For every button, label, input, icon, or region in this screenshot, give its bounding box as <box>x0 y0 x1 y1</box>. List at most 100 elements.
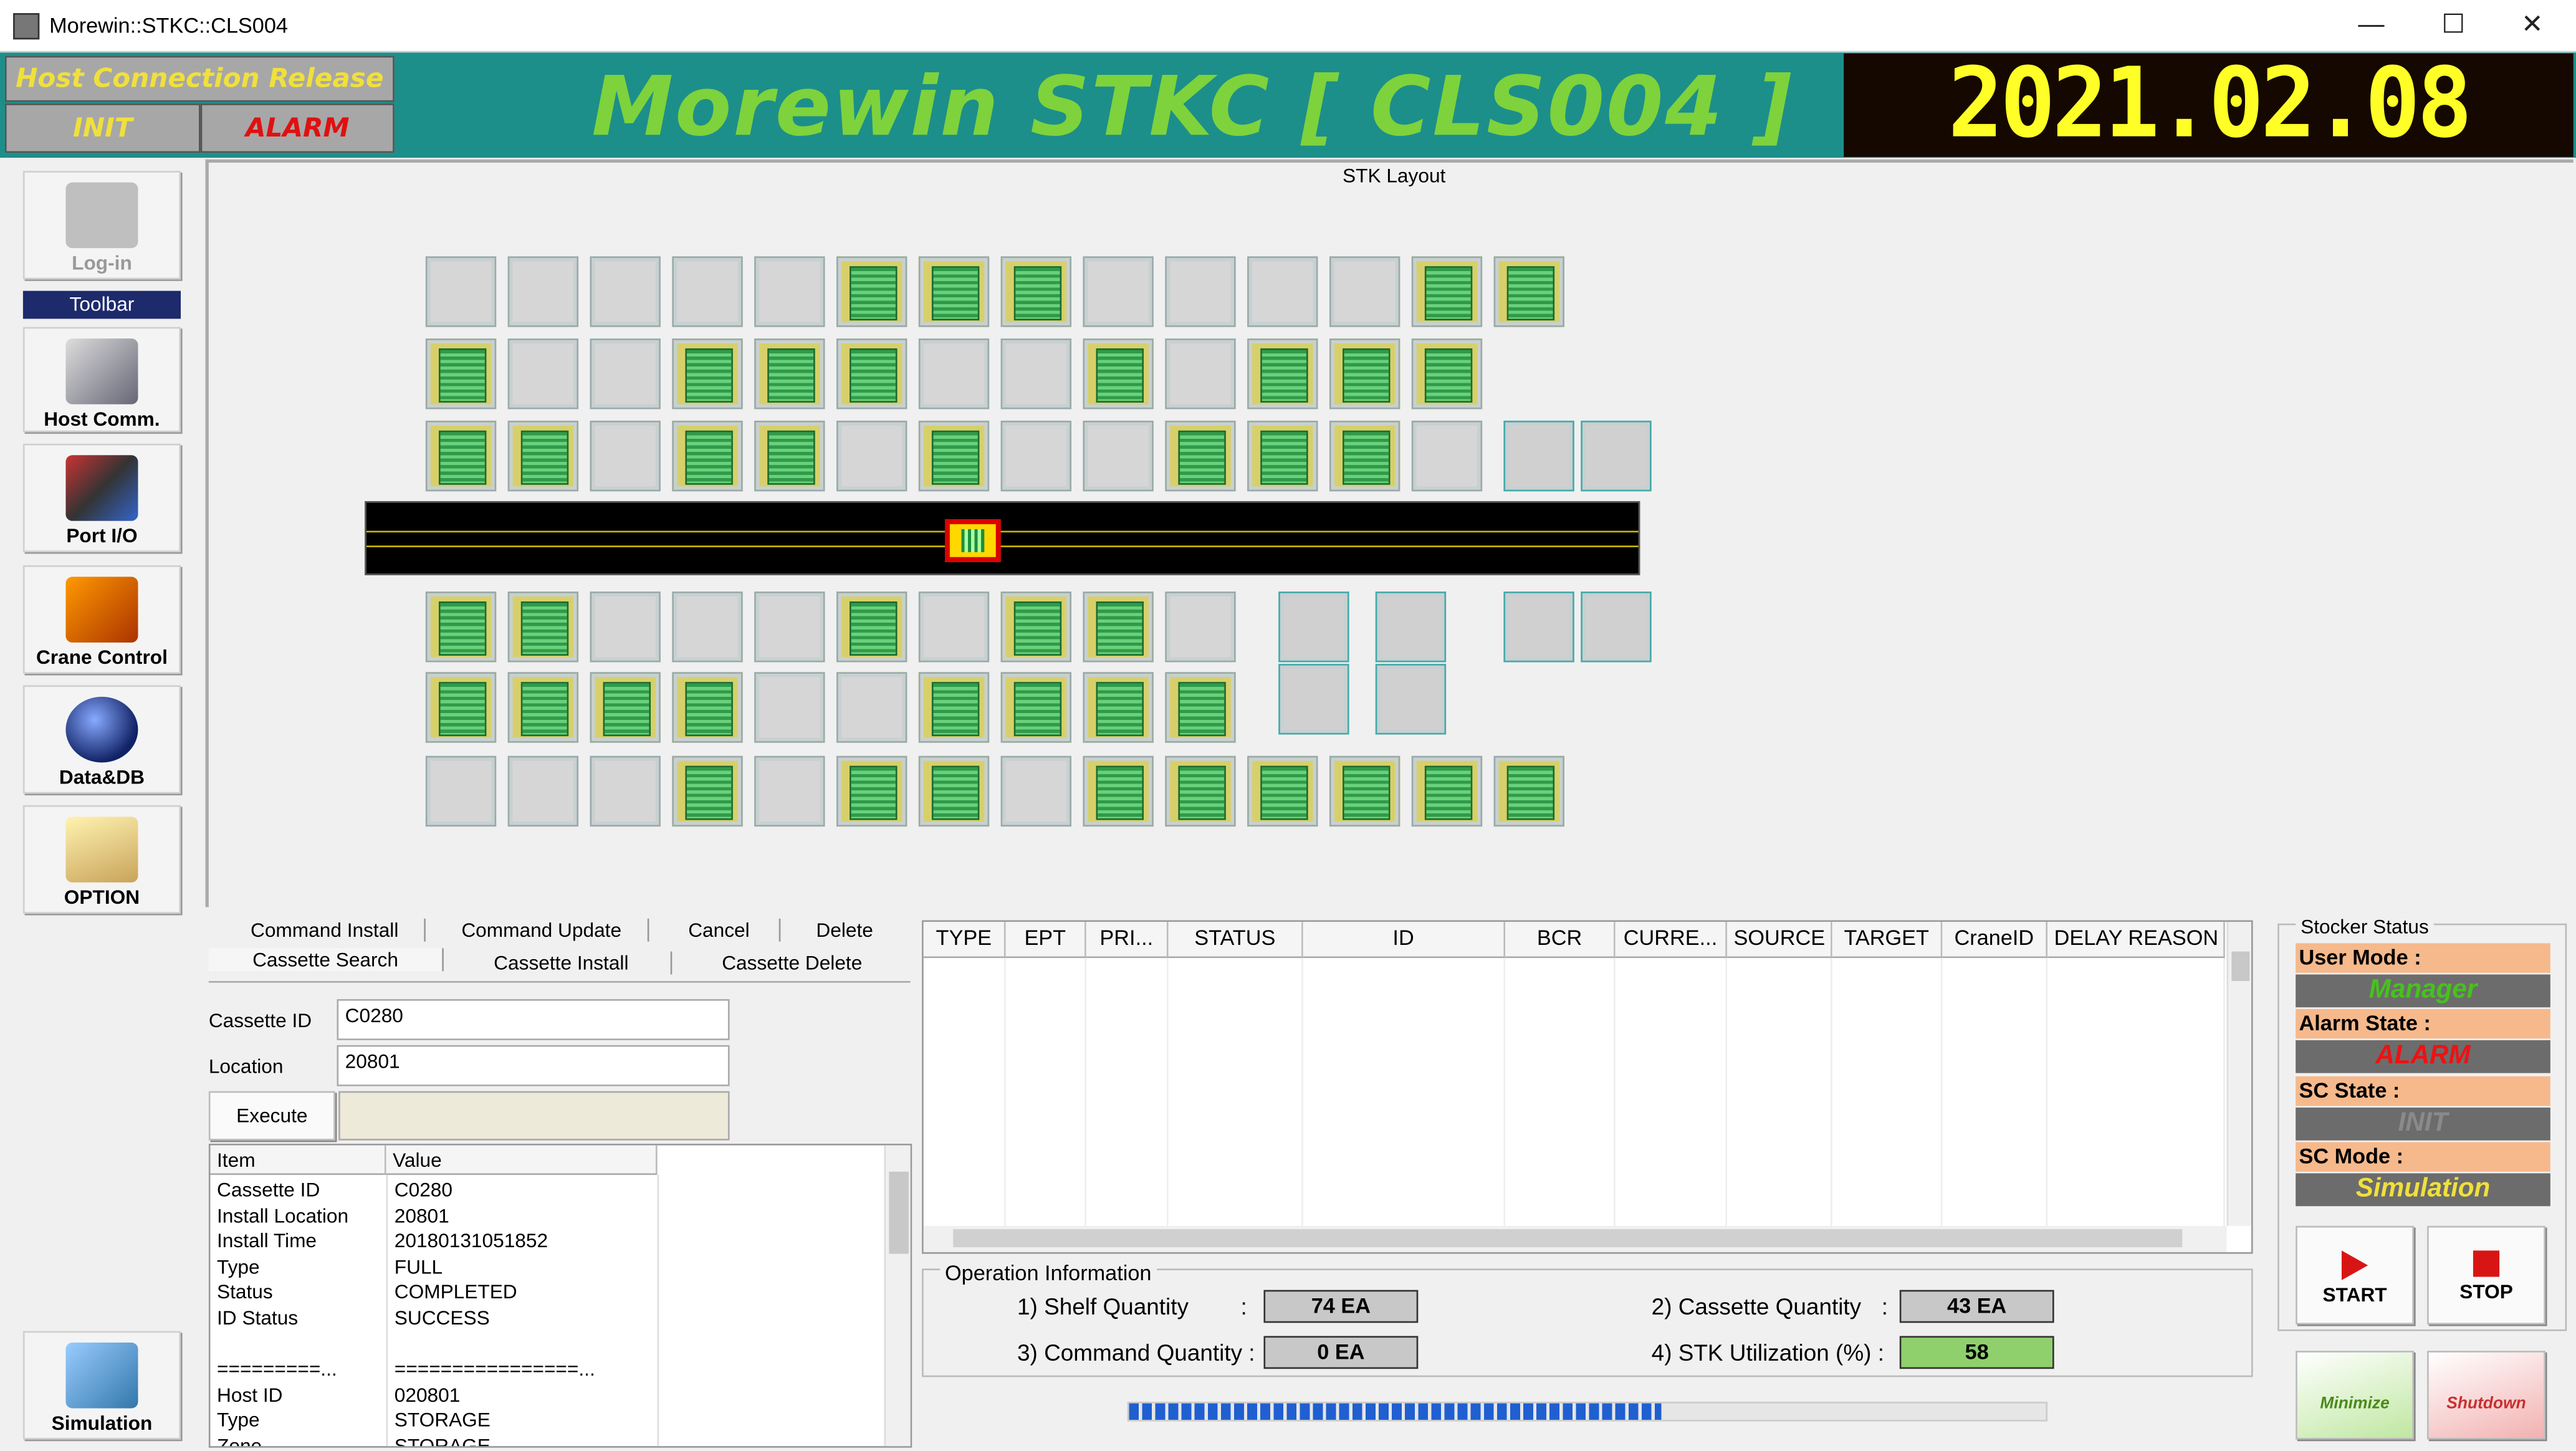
shelf-cell[interactable] <box>1083 672 1154 743</box>
command-column-header[interactable]: CraneID <box>1942 922 2048 959</box>
shelf-cell[interactable] <box>754 338 825 409</box>
detail-row[interactable]: =========... ================... <box>217 1358 595 1381</box>
start-button[interactable]: START <box>2296 1225 2415 1325</box>
shelf-cell[interactable] <box>1083 420 1154 492</box>
command-column-header[interactable]: SOURCE <box>1726 922 1832 959</box>
detail-row[interactable]: Zone STORAGE <box>217 1435 491 1446</box>
detail-row[interactable]: Type FULL <box>217 1255 443 1278</box>
shelf-cell[interactable] <box>754 591 825 663</box>
shelf-cell[interactable] <box>1329 420 1401 492</box>
cassette-id-input[interactable]: C0280 <box>337 998 730 1040</box>
shelf-cell[interactable] <box>1165 420 1236 492</box>
shelf-cell[interactable] <box>1329 256 1401 327</box>
detail-row[interactable]: Type STORAGE <box>217 1409 491 1432</box>
shelf-cell[interactable] <box>1165 755 1236 827</box>
detail-row[interactable]: Install Location 20801 <box>217 1204 449 1227</box>
shelf-cell[interactable] <box>590 755 661 827</box>
port-cell[interactable] <box>1581 420 1652 492</box>
port-cell[interactable] <box>1581 591 1652 663</box>
shelf-cell[interactable] <box>836 256 907 327</box>
shelf-cell[interactable] <box>1083 338 1154 409</box>
port-cell[interactable] <box>1278 591 1349 663</box>
tab-command-update[interactable]: Command Update <box>435 918 649 942</box>
shelf-cell[interactable] <box>1000 338 1071 409</box>
shelf-cell[interactable] <box>672 755 743 827</box>
port-cell[interactable] <box>1503 420 1574 492</box>
detail-row[interactable]: ID Status SUCCESS <box>217 1306 490 1329</box>
shelf-cell[interactable] <box>425 338 497 409</box>
shelf-cell[interactable] <box>1247 338 1318 409</box>
window-minimize-button[interactable]: — <box>2334 7 2409 46</box>
detail-scrollbar[interactable] <box>884 1145 911 1447</box>
shelf-cell[interactable] <box>590 338 661 409</box>
shelf-cell[interactable] <box>1083 591 1154 663</box>
shelf-cell[interactable] <box>754 755 825 827</box>
shelf-cell[interactable] <box>1411 256 1483 327</box>
shelf-cell[interactable] <box>754 672 825 743</box>
shelf-cell[interactable] <box>1000 672 1071 743</box>
command-column-header[interactable]: CURRE... <box>1615 922 1727 959</box>
shelf-cell[interactable] <box>918 420 990 492</box>
shelf-cell[interactable] <box>672 591 743 663</box>
command-column-header[interactable]: TARGET <box>1832 922 1943 959</box>
shelf-cell[interactable] <box>507 338 579 409</box>
command-column-header[interactable]: EPT <box>1005 922 1086 959</box>
shelf-cell[interactable] <box>1083 256 1154 327</box>
shelf-cell[interactable] <box>1493 755 1564 827</box>
shelf-cell[interactable] <box>672 256 743 327</box>
shelf-cell[interactable] <box>1329 338 1401 409</box>
crane[interactable] <box>944 519 1001 562</box>
port-cell[interactable] <box>1278 664 1349 735</box>
detail-row[interactable]: Status COMPLETED <box>217 1281 517 1304</box>
detail-row[interactable]: Install Time 20180131051852 <box>217 1230 548 1253</box>
shelf-cell[interactable] <box>1329 755 1401 827</box>
tab-command-install[interactable]: Command Install <box>225 918 426 942</box>
tab-cassette-install[interactable]: Cassette Install <box>452 951 673 975</box>
shelf-cell[interactable] <box>590 256 661 327</box>
command-vscroll[interactable] <box>2226 922 2252 1226</box>
simulation-button[interactable]: Simulation <box>22 1331 181 1440</box>
port-io-button[interactable]: Port I/O <box>22 443 181 552</box>
shelf-cell[interactable] <box>1165 256 1236 327</box>
shelf-cell[interactable] <box>1247 755 1318 827</box>
shelf-cell[interactable] <box>1165 591 1236 663</box>
shelf-cell[interactable] <box>672 672 743 743</box>
shelf-cell[interactable] <box>1411 420 1483 492</box>
crane-control-button[interactable]: Crane Control <box>22 565 181 674</box>
shelf-cell[interactable] <box>836 755 907 827</box>
port-cell[interactable] <box>1375 664 1447 735</box>
location-input[interactable]: 20801 <box>337 1045 730 1086</box>
tab-cancel[interactable]: Cancel <box>659 918 781 942</box>
shelf-cell[interactable] <box>425 591 497 663</box>
shelf-cell[interactable] <box>918 755 990 827</box>
shelf-cell[interactable] <box>1000 420 1071 492</box>
tab-cassette-delete[interactable]: Cassette Delete <box>678 951 906 975</box>
shelf-cell[interactable] <box>1083 755 1154 827</box>
port-cell[interactable] <box>1375 591 1447 663</box>
shelf-cell[interactable] <box>590 591 661 663</box>
command-column-header[interactable]: DELAY REASON <box>2047 922 2225 959</box>
shelf-cell[interactable] <box>836 420 907 492</box>
shelf-cell[interactable] <box>425 256 497 327</box>
shelf-cell[interactable] <box>918 256 990 327</box>
shelf-cell[interactable] <box>425 672 497 743</box>
tab-delete[interactable]: Delete <box>790 918 899 942</box>
cassette-detail-grid[interactable]: Item Value Cassette ID C0280 Install Locat… <box>208 1144 912 1448</box>
command-hscroll[interactable] <box>923 1225 2227 1253</box>
shelf-cell[interactable] <box>836 672 907 743</box>
command-column-header[interactable]: STATUS <box>1168 922 1303 959</box>
option-button[interactable]: OPTION <box>22 805 181 914</box>
port-cell[interactable] <box>1503 591 1574 663</box>
command-column-header[interactable]: BCR <box>1505 922 1616 959</box>
window-maximize-button[interactable]: ☐ <box>2416 7 2491 46</box>
detail-row[interactable]: Cassette ID C0280 <box>217 1178 452 1201</box>
host-comm-button[interactable]: Host Comm. <box>22 327 181 433</box>
window-close-button[interactable]: ✕ <box>2494 7 2570 46</box>
command-column-header[interactable]: TYPE <box>923 922 1006 959</box>
shelf-cell[interactable] <box>1000 755 1071 827</box>
shelf-cell[interactable] <box>1411 338 1483 409</box>
shelf-cell[interactable] <box>1165 672 1236 743</box>
shelf-cell[interactable] <box>590 672 661 743</box>
shelf-cell[interactable] <box>918 338 990 409</box>
shelf-cell[interactable] <box>1247 420 1318 492</box>
